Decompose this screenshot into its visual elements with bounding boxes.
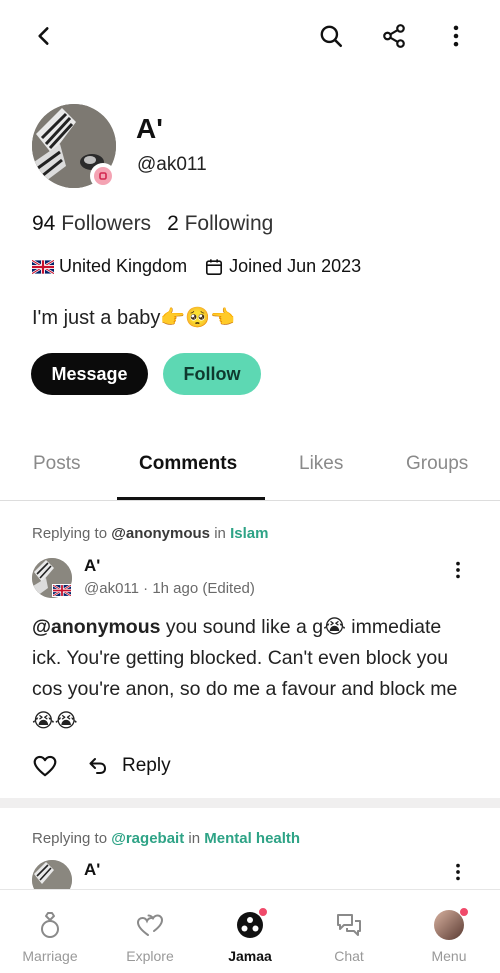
replying-in: in: [188, 830, 201, 847]
nav-explore[interactable]: Explore: [105, 910, 195, 964]
comment-actions: Reply: [32, 753, 171, 779]
back-button[interactable]: [26, 18, 62, 54]
nav-label: Jamaa: [228, 948, 272, 964]
replying-user-link[interactable]: @ragebait: [111, 830, 184, 847]
nav-menu[interactable]: Menu: [404, 907, 494, 964]
ring-icon: [41, 912, 59, 938]
tab-posts[interactable]: Posts: [33, 453, 81, 475]
avatar-photo: [32, 860, 72, 889]
followers-count: 94: [32, 212, 56, 235]
group-link[interactable]: Mental health: [204, 830, 300, 847]
follow-stats: 94 Followers 2 Following: [32, 212, 273, 236]
calendar-icon: [206, 258, 223, 275]
followers-link[interactable]: 94 Followers: [32, 212, 151, 236]
following-label: Following: [184, 212, 274, 235]
more-options-button[interactable]: [438, 18, 474, 54]
share-icon: [383, 24, 405, 48]
comment-meta: @ak011 · 1h ago (Edited): [84, 580, 255, 597]
comment-separator: [0, 798, 500, 808]
nav-chat[interactable]: Chat: [304, 910, 394, 964]
following-link[interactable]: 2 Following: [167, 212, 273, 236]
avatar-status-badge: [90, 163, 116, 189]
profile-handle: @ak011: [137, 154, 207, 175]
more-vertical-icon: [456, 863, 460, 881]
nav-label: Explore: [126, 948, 174, 964]
profile-display-name: A': [136, 113, 163, 144]
chat-bubbles-icon: [337, 914, 361, 936]
message-button[interactable]: Message: [31, 353, 148, 395]
uk-flag-icon: [52, 584, 72, 597]
replying-user-link[interactable]: @anonymous: [111, 525, 210, 542]
tab-likes[interactable]: Likes: [299, 453, 343, 475]
bottom-navigation: Marriage Explore Jamaa Chat Menu: [0, 889, 500, 973]
nav-label: Marriage: [22, 948, 78, 964]
search-button[interactable]: [313, 18, 349, 54]
comment-card: Replying to @anonymous in Islam A' @ak01…: [0, 502, 500, 798]
top-app-bar: [0, 0, 500, 76]
comment-emoji-2: 😭😭: [32, 709, 78, 732]
comment-author-name[interactable]: A': [84, 556, 100, 576]
chevron-left-icon: [38, 27, 49, 45]
replying-to-line: Replying to @anonymous in Islam: [32, 525, 268, 542]
bio-emoji: 👉🥺👈: [160, 305, 236, 329]
replying-in: in: [214, 525, 226, 542]
comment-body: @anonymous you sound like a g😭 immediate…: [32, 611, 472, 737]
comment-mention[interactable]: @anonymous: [32, 616, 160, 638]
comment-card: Replying to @ragebait in Mental health A…: [0, 808, 500, 889]
nav-marriage[interactable]: Marriage: [5, 910, 95, 964]
replying-to-line: Replying to @ragebait in Mental health: [32, 830, 300, 847]
reply-label: Reply: [122, 755, 171, 776]
comment-author-avatar[interactable]: [32, 860, 72, 889]
hearts-icon: [136, 914, 164, 936]
comment-emoji-1: 😭: [323, 615, 346, 638]
replying-prefix: Replying to: [32, 525, 108, 542]
follow-button[interactable]: Follow: [163, 353, 261, 395]
tab-comments[interactable]: Comments: [139, 453, 237, 475]
heart-icon[interactable]: [32, 753, 58, 779]
location-text: United Kingdom: [59, 256, 188, 276]
nav-label: Menu: [431, 948, 467, 964]
notification-dot: [459, 907, 469, 917]
comment-more-button[interactable]: [446, 558, 470, 582]
reply-arrow-icon: [89, 758, 107, 774]
bio-text: I'm just a baby: [32, 307, 161, 329]
nav-jamaa[interactable]: Jamaa: [205, 907, 295, 964]
comment-author-name[interactable]: A': [84, 860, 100, 880]
tab-groups[interactable]: Groups: [406, 453, 468, 475]
more-vertical-icon: [453, 25, 459, 47]
uk-flag-icon: [32, 259, 54, 274]
replying-prefix: Replying to: [32, 830, 108, 847]
comment-more-button[interactable]: [446, 860, 470, 884]
joined-date: Joined Jun 2023: [229, 256, 362, 276]
profile-meta: United Kingdom Joined Jun 2023: [32, 256, 361, 277]
search-icon: [320, 25, 343, 48]
notification-dot: [258, 907, 268, 917]
reply-button[interactable]: Reply: [88, 755, 171, 777]
group-link[interactable]: Islam: [230, 525, 268, 542]
following-count: 2: [167, 212, 179, 235]
followers-label: Followers: [61, 212, 152, 235]
badge-icon: [99, 172, 107, 180]
profile-tabs: Posts Comments Likes Groups: [0, 430, 500, 501]
comment-text-1: you sound like a g: [160, 616, 324, 638]
profile-bio: I'm just a baby👉🥺👈: [32, 305, 235, 330]
nav-label: Chat: [334, 948, 364, 964]
active-tab-indicator: [117, 497, 265, 500]
share-button[interactable]: [376, 18, 412, 54]
more-vertical-icon: [456, 561, 460, 579]
